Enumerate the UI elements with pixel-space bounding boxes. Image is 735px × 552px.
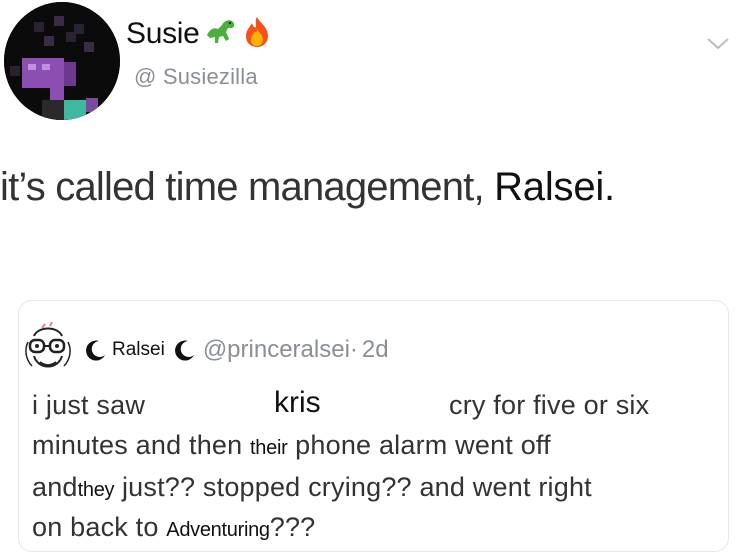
quoted-text-name-insert: kris (274, 386, 321, 419)
author-avatar[interactable] (4, 2, 120, 120)
quoted-text-line-2: minutes and then their phone alarm went … (32, 430, 551, 461)
quoted-text-line-4b: ??? (269, 512, 316, 542)
quoted-text-line-1b: cry for five or six (449, 390, 650, 420)
susie-pixel-avatar (4, 2, 120, 120)
author-name-row: Susie (126, 12, 272, 56)
quoted-text-line-2a: minutes and then (32, 430, 243, 460)
quoted-timestamp[interactable]: 2d (362, 336, 389, 364)
author-handle[interactable]: @ Susiezilla (134, 64, 258, 90)
tweet-text: it’s called time management, Ralsei. (0, 165, 615, 210)
tweet-text-main: it’s called time management, (0, 165, 485, 209)
quoted-author-name[interactable]: Ralsei (112, 339, 165, 361)
quoted-text-line-4: on back to Adventuring??? (32, 512, 315, 543)
crescent-moon-icon (174, 340, 194, 361)
quoted-text-line-4a: on back to (32, 512, 159, 542)
fire-icon (242, 15, 272, 54)
quoted-text-line-3b: just?? stopped crying?? and went right (121, 472, 592, 502)
quoted-author-row: Ralsei @princeralsei · 2d (84, 335, 389, 365)
quoted-author-avatar[interactable] (20, 321, 76, 378)
dinosaur-icon (204, 15, 238, 54)
quoted-text-line-3: andthey just?? stopped crying?? and went… (32, 472, 592, 503)
chevron-down-icon[interactable] (704, 34, 732, 52)
quoted-text-line-4-insert: Adventuring (166, 519, 270, 541)
quoted-text-line-2b: phone alarm went off (295, 430, 551, 460)
quoted-author-handle[interactable]: @princeralsei (203, 336, 350, 364)
separator-dot: · (349, 336, 358, 363)
quoted-text-line-1a: i just saw (32, 390, 146, 420)
quoted-text-line-3a: and (32, 472, 78, 502)
author-display-name[interactable]: Susie (126, 17, 200, 51)
crescent-moon-icon (86, 340, 105, 361)
tweet-text-insert: Ralsei. (494, 165, 615, 209)
ralsei-sketch-avatar (25, 321, 71, 368)
quoted-text-line-3-insert: they (77, 479, 115, 501)
quoted-text-line-2-insert: their (250, 437, 288, 459)
